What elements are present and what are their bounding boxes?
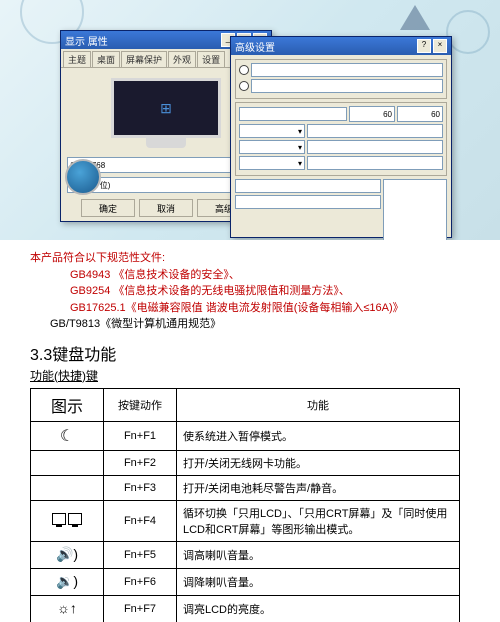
func-cell: 循环切换「只用LCD」、「只用CRT屏幕」及「同时使用LCD和CRT屏幕」等图形…	[177, 500, 460, 541]
ok-button[interactable]: 确定	[81, 199, 135, 217]
window-title: 显示 属性	[65, 33, 108, 48]
func-cell: 打开/关闭无线网卡功能。	[177, 450, 460, 475]
volume-up-icon: 🔊)	[56, 546, 78, 562]
dual-screen-icon	[31, 500, 104, 541]
table-row: Fn+F4 循环切换「只用LCD」、「只用CRT屏幕」及「同时使用LCD和CRT…	[31, 500, 460, 541]
table-row: ☾ Fn+F1 使系统进入暂停模式。	[31, 421, 460, 450]
keyboard-shortcuts-table: 图示 按键动作 功能 ☾ Fn+F1 使系统进入暂停模式。 Fn+F2 打开/关…	[30, 388, 460, 622]
window-title: 高级设置	[235, 39, 275, 54]
text-field[interactable]	[251, 63, 443, 77]
tab-appear[interactable]: 外观	[168, 51, 196, 67]
radio-option[interactable]	[239, 81, 249, 91]
combo-box[interactable]: ▾	[239, 156, 305, 170]
decorative-ring	[446, 10, 490, 54]
key-cell: Fn+F3	[104, 475, 177, 500]
globe-icon	[65, 159, 101, 195]
compliance-item: GB17625.1《电磁兼容限值 谐波电流发射限值(设备每相输入≤16A)》	[30, 300, 470, 317]
text-field[interactable]	[251, 79, 443, 93]
tab-saver[interactable]: 屏幕保护	[121, 51, 167, 67]
help-icon[interactable]: ?	[417, 39, 431, 53]
tab-theme[interactable]: 主题	[63, 51, 91, 67]
th-icon: 图示	[31, 388, 104, 421]
key-cell: Fn+F2	[104, 450, 177, 475]
key-cell: Fn+F1	[104, 421, 177, 450]
moon-icon: ☾	[60, 428, 74, 445]
icon-cell	[31, 450, 104, 475]
key-cell: Fn+F6	[104, 568, 177, 595]
text-field[interactable]	[239, 107, 347, 121]
list-box[interactable]	[383, 179, 447, 240]
decorative-triangle	[400, 5, 430, 30]
monitor-preview	[111, 78, 221, 153]
combo-box[interactable]: ▾	[239, 124, 305, 138]
compliance-footer: GB/T9813《微型计算机通用规范》	[30, 316, 470, 333]
table-row: 🔉) Fn+F6 调降喇叭音量。	[31, 568, 460, 595]
key-cell: Fn+F7	[104, 595, 177, 622]
table-row: Fn+F2 打开/关闭无线网卡功能。	[31, 450, 460, 475]
radio-option[interactable]	[239, 65, 249, 75]
keyboard-heading: 3.3键盘功能	[0, 339, 500, 367]
th-key: 按键动作	[104, 388, 177, 421]
close-icon[interactable]: ×	[433, 39, 447, 53]
icon-cell	[31, 475, 104, 500]
key-cell: Fn+F4	[104, 500, 177, 541]
func-cell: 调亮LCD的亮度。	[177, 595, 460, 622]
table-row: ☼↑ Fn+F7 调亮LCD的亮度。	[31, 595, 460, 622]
tab-settings[interactable]: 设置	[197, 51, 225, 67]
screenshot-area: 显示 属性 _ □ × 主题 桌面 屏幕保护 外观 设置	[0, 0, 500, 240]
brightness-up-icon: ☼↑	[57, 600, 77, 616]
text-field[interactable]	[307, 124, 443, 138]
func-cell: 调降喇叭音量。	[177, 568, 460, 595]
table-row: Fn+F3 打开/关闭电池耗尽警告声/静音。	[31, 475, 460, 500]
window-titlebar[interactable]: 高级设置 ? ×	[231, 37, 451, 55]
func-cell: 使系统进入暂停模式。	[177, 421, 460, 450]
text-field[interactable]	[235, 179, 381, 193]
combo-box[interactable]: ▾	[239, 140, 305, 154]
text-field[interactable]	[307, 156, 443, 170]
advanced-dialog: 高级设置 ? × 60 60 ▾ ▾	[230, 36, 452, 238]
keyboard-subheading: 功能(快捷)键	[0, 367, 500, 388]
tab-desktop[interactable]: 桌面	[92, 51, 120, 67]
spin-control[interactable]: 60	[349, 106, 395, 122]
func-cell: 打开/关闭电池耗尽警告声/静音。	[177, 475, 460, 500]
text-field[interactable]	[307, 140, 443, 154]
th-func: 功能	[177, 388, 460, 421]
compliance-item: GB4943 《信息技术设备的安全》、	[30, 267, 470, 284]
text-field[interactable]	[235, 195, 381, 209]
spin-control[interactable]: 60	[397, 106, 443, 122]
compliance-intro: 本产品符合以下规范性文件:	[30, 250, 470, 267]
compliance-item: GB9254 《信息技术设备的无线电骚扰限值和测量方法》、	[30, 283, 470, 300]
cancel-button[interactable]: 取消	[139, 199, 193, 217]
volume-down-icon: 🔉)	[56, 573, 78, 589]
compliance-section: 本产品符合以下规范性文件: GB4943 《信息技术设备的安全》、 GB9254…	[0, 240, 500, 339]
